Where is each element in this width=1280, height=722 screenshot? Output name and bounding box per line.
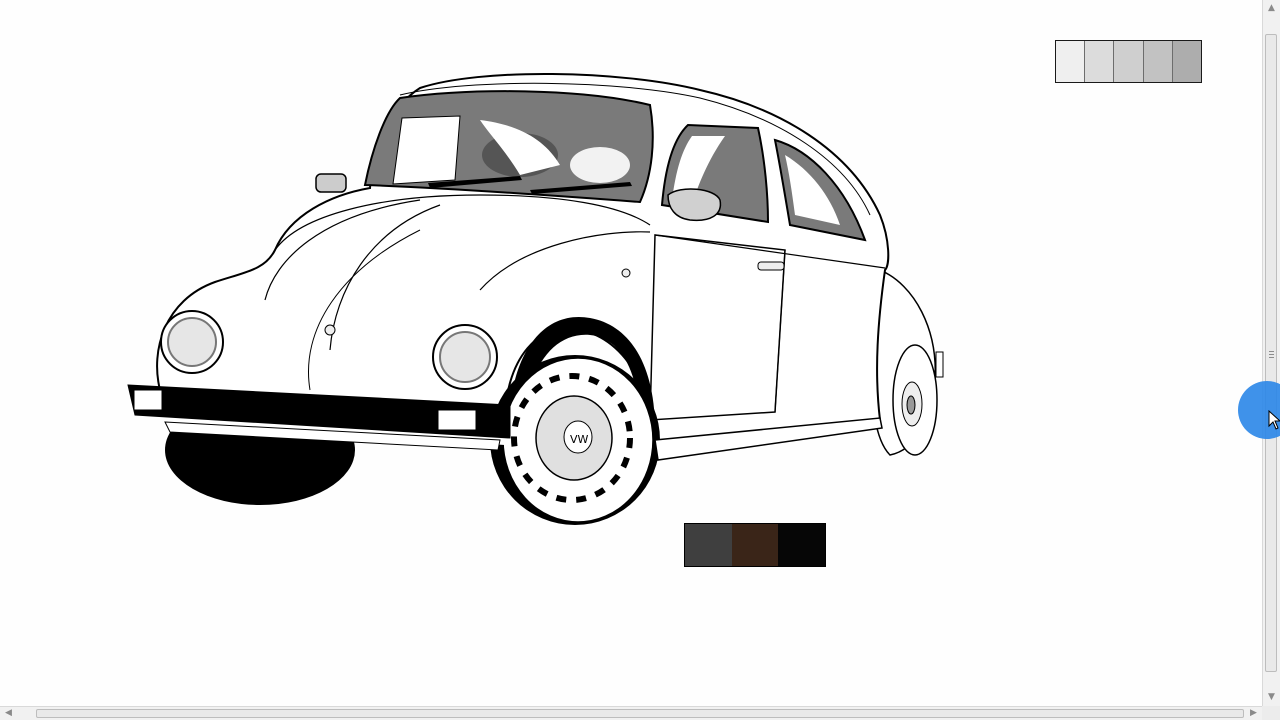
swatch-dark-brown[interactable] (731, 524, 779, 566)
arrow-down-icon[interactable]: ▼ (1263, 689, 1280, 706)
horizontal-scroll-thumb[interactable] (36, 709, 1244, 718)
horizontal-scrollbar[interactable]: ◀ ▶ (0, 706, 1262, 720)
mouse-pointer-icon (1268, 410, 1280, 430)
swatch-gray-5[interactable] (1172, 41, 1202, 82)
arrow-up-icon[interactable]: ▲ (1263, 0, 1280, 17)
vertical-scrollbar[interactable]: ▲ ▼ (1262, 0, 1280, 706)
dark-color-palette (684, 523, 826, 567)
front-mirror (315, 173, 347, 193)
swatch-black[interactable] (778, 524, 826, 566)
swatch-gray-3[interactable] (1114, 41, 1144, 82)
arrow-right-icon[interactable]: ▶ (1245, 705, 1262, 722)
scrollbar-corner (1262, 706, 1280, 720)
arrow-left-icon[interactable]: ◀ (0, 705, 17, 722)
swatch-gray-2[interactable] (1085, 41, 1115, 82)
car-line-drawing: VW (127, 72, 944, 525)
swatch-dark-gray[interactable] (685, 524, 732, 566)
drawing-canvas[interactable]: VW (0, 0, 1262, 706)
swatch-gray-4[interactable] (1143, 41, 1173, 82)
vertical-scroll-thumb[interactable] (1265, 34, 1277, 672)
gray-color-palette (1055, 40, 1202, 83)
swatch-gray-1[interactable] (1056, 41, 1086, 82)
svg-text:VW: VW (570, 433, 589, 446)
